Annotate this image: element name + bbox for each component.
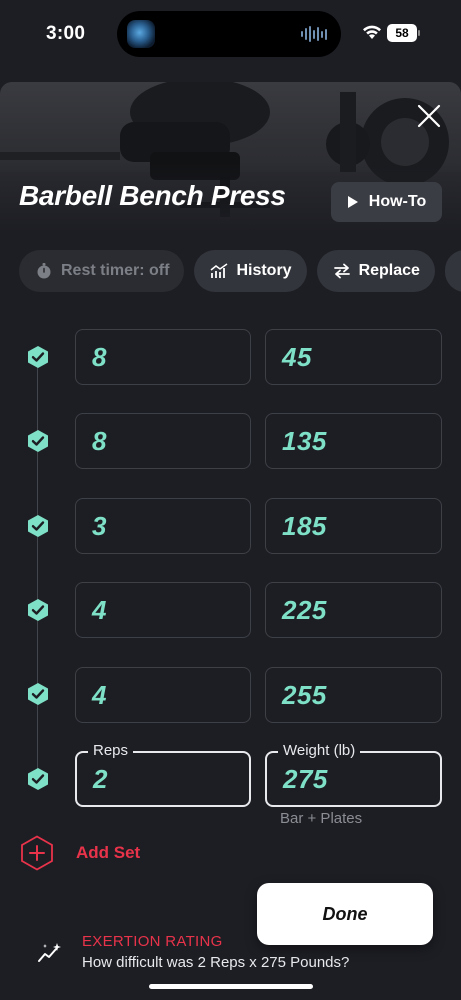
weight-value: 255 xyxy=(282,680,327,710)
play-icon xyxy=(347,196,358,208)
completed-check-icon[interactable] xyxy=(26,345,50,369)
how-to-label: How-To xyxy=(368,193,427,210)
more-chip[interactable] xyxy=(444,250,461,292)
audio-wave-icon xyxy=(301,25,327,43)
weight-value: 135 xyxy=(282,426,327,456)
how-to-button[interactable]: How-To xyxy=(331,182,442,222)
chart-icon xyxy=(210,263,228,278)
reps-field[interactable]: 8 xyxy=(75,413,251,469)
action-chips: Rest timer: off History Replace xyxy=(19,250,461,292)
reps-label: Reps xyxy=(88,742,134,759)
exertion-question[interactable]: How difficult was 2 Reps x 275 Pounds? xyxy=(82,954,349,971)
home-indicator xyxy=(149,984,313,989)
status-time: 3:00 xyxy=(46,23,86,44)
weight-value: 275 xyxy=(283,764,328,794)
reps-field[interactable]: 8 xyxy=(75,329,251,385)
battery-indicator: 58 xyxy=(387,24,417,42)
battery-cap xyxy=(418,30,420,36)
add-set-label: Add Set xyxy=(76,843,141,862)
completed-check-icon[interactable] xyxy=(26,514,50,538)
wifi-icon xyxy=(363,25,381,39)
weight-field[interactable]: 135 xyxy=(265,413,442,469)
rest-timer-chip[interactable]: Rest timer: off xyxy=(19,250,185,292)
weight-value: 45 xyxy=(282,342,312,372)
reps-field[interactable]: 4 xyxy=(75,582,251,638)
reps-field[interactable]: 4 xyxy=(75,667,251,723)
weight-value: 185 xyxy=(282,511,327,541)
reps-field[interactable]: 3 xyxy=(75,498,251,554)
add-hex-icon xyxy=(21,835,53,871)
weight-field[interactable]: 225 xyxy=(265,582,442,638)
dynamic-island[interactable] xyxy=(117,11,341,57)
completed-check-icon[interactable] xyxy=(26,682,50,706)
history-label: History xyxy=(236,262,292,279)
completed-check-icon[interactable] xyxy=(26,767,50,791)
weight-field[interactable]: 255 xyxy=(265,667,442,723)
rest-timer-label: Rest timer: off xyxy=(61,262,170,279)
sparkle-trend-icon xyxy=(38,943,61,962)
swap-icon xyxy=(333,263,350,279)
done-button[interactable]: Done xyxy=(257,883,433,945)
reps-value: 3 xyxy=(92,511,107,541)
weight-value: 225 xyxy=(282,595,327,625)
history-chip[interactable]: History xyxy=(194,250,307,292)
replace-label: Replace xyxy=(358,262,420,279)
reps-value: 8 xyxy=(92,342,107,372)
status-bar: 3:00 58 xyxy=(0,0,461,72)
close-icon[interactable] xyxy=(412,99,446,133)
reps-value: 4 xyxy=(92,595,107,625)
completed-check-icon[interactable] xyxy=(26,429,50,453)
reps-value: 2 xyxy=(93,764,108,794)
exertion-title: EXERTION RATING xyxy=(82,933,223,950)
bar-plates-helper[interactable]: Bar + Plates xyxy=(280,810,362,827)
exercise-title: Barbell Bench Press xyxy=(19,180,286,211)
completed-check-icon[interactable] xyxy=(26,598,50,622)
set-timeline xyxy=(37,357,38,777)
weight-field[interactable]: 45 xyxy=(265,329,442,385)
now-playing-thumbnail xyxy=(127,20,155,48)
reps-value: 8 xyxy=(92,426,107,456)
weight-field[interactable]: 185 xyxy=(265,498,442,554)
weight-label: Weight (lb) xyxy=(278,742,361,759)
weight-field-active[interactable]: Weight (lb) 275 xyxy=(265,742,442,807)
add-set-button[interactable]: Add Set xyxy=(20,835,140,871)
reps-field-active[interactable]: Reps 2 xyxy=(75,742,251,807)
stopwatch-icon xyxy=(37,263,51,279)
reps-value: 4 xyxy=(92,680,107,710)
replace-chip[interactable]: Replace xyxy=(316,250,435,292)
